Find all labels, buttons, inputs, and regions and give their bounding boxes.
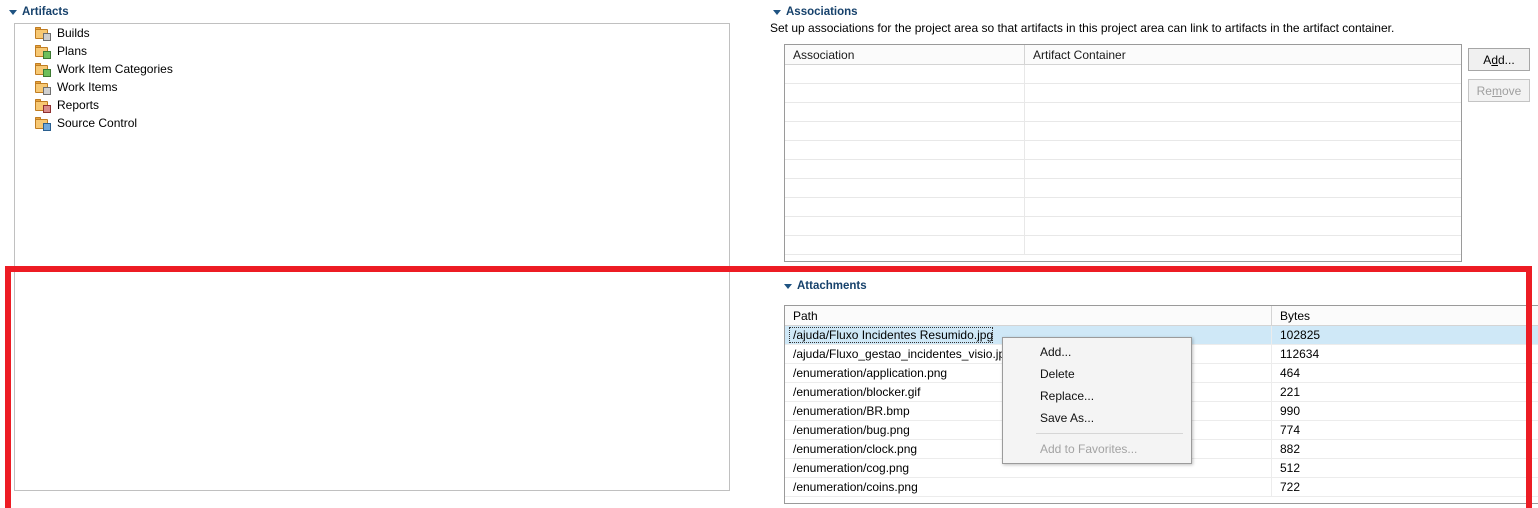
chevron-down-icon[interactable] — [784, 283, 792, 289]
table-row[interactable] — [785, 179, 1461, 198]
screen-root: Artifacts Builds Plans Work Item Categorie… — [0, 0, 1538, 508]
column-header-bytes[interactable]: Bytes — [1272, 306, 1538, 325]
tree-item-label: Builds — [57, 26, 90, 40]
context-menu-item-delete[interactable]: Delete — [1003, 363, 1191, 385]
table-row[interactable] — [785, 160, 1461, 179]
chevron-down-icon[interactable] — [773, 9, 781, 15]
table-row[interactable] — [785, 122, 1461, 141]
associations-table[interactable]: Association Artifact Container — [784, 44, 1462, 262]
table-row[interactable] — [785, 103, 1461, 122]
tree-item-plans[interactable]: Plans — [15, 42, 729, 60]
table-row[interactable] — [785, 198, 1461, 217]
chevron-down-icon[interactable] — [9, 9, 17, 15]
tree-item-label: Work Items — [57, 80, 118, 94]
attachment-bytes: 221 — [1280, 385, 1301, 399]
attachments-table-header: Path Bytes — [785, 306, 1538, 326]
remove-button: Remove — [1468, 79, 1530, 102]
associations-section-header[interactable]: Associations — [764, 3, 858, 20]
context-menu-item-save-as[interactable]: Save As... — [1003, 407, 1191, 429]
tree-item-work-item-categories[interactable]: Work Item Categories — [15, 60, 729, 78]
table-row[interactable] — [785, 65, 1461, 84]
artifacts-tree-list: Builds Plans Work Item Categories Work Item… — [15, 24, 729, 132]
associations-button-group: Add... Remove — [1468, 48, 1530, 110]
table-row[interactable] — [785, 236, 1461, 255]
associations-description: Set up associations for the project area… — [770, 21, 1395, 35]
associations-section-title: Associations — [786, 5, 858, 18]
table-row[interactable] — [785, 84, 1461, 103]
tree-item-builds[interactable]: Builds — [15, 24, 729, 42]
attachment-bytes: 882 — [1280, 442, 1301, 456]
attachment-bytes: 990 — [1280, 404, 1301, 418]
tree-item-label: Source Control — [57, 116, 138, 130]
folder-plans-icon — [35, 44, 51, 59]
add-button[interactable]: Add... — [1468, 48, 1530, 71]
associations-table-header: Association Artifact Container — [785, 45, 1461, 65]
context-menu-item-add-to-favorites: Add to Favorites... — [1040, 442, 1138, 456]
context-menu-item-add[interactable]: Add... — [1003, 341, 1191, 363]
folder-work-item-categories-icon — [35, 62, 51, 77]
artifacts-section-title: Artifacts — [22, 5, 69, 18]
attachments-section-title: Attachments — [797, 279, 867, 292]
folder-work-items-icon — [35, 80, 51, 95]
attachments-context-menu[interactable]: Add... Delete Replace... Save As... Add to F… — [1002, 337, 1192, 464]
table-row[interactable] — [785, 141, 1461, 160]
attachment-bytes: 774 — [1280, 423, 1301, 437]
associations-table-body — [785, 65, 1461, 255]
folder-source-control-icon — [35, 116, 51, 131]
menu-separator — [1036, 433, 1183, 434]
attachment-bytes: 112634 — [1280, 347, 1320, 361]
tree-item-label: Plans — [57, 44, 88, 58]
attachment-bytes: 512 — [1280, 461, 1301, 475]
attachment-row[interactable]: /enumeration/coins.png 722 — [785, 478, 1538, 497]
column-header-path[interactable]: Path — [785, 306, 1272, 325]
attachment-path: /enumeration/coins.png — [785, 478, 1272, 496]
tree-item-label: Work Item Categories — [57, 62, 173, 76]
folder-reports-icon — [35, 98, 51, 113]
button-label: Add... — [1483, 52, 1515, 67]
artifacts-panel: Artifacts Builds Plans Work Item Categorie… — [0, 0, 746, 508]
attachment-bytes: 102825 — [1280, 328, 1321, 342]
folder-builds-icon — [35, 26, 51, 41]
column-header-association[interactable]: Association — [785, 45, 1025, 64]
context-menu-item-replace[interactable]: Replace... — [1003, 385, 1191, 407]
artifacts-tree[interactable]: Builds Plans Work Item Categories Work Item… — [14, 23, 730, 491]
column-header-artifact-container[interactable]: Artifact Container — [1025, 45, 1461, 64]
table-row[interactable] — [785, 217, 1461, 236]
tree-item-label: Reports — [57, 98, 100, 112]
attachment-bytes: 722 — [1280, 480, 1301, 494]
attachments-section-header[interactable]: Attachments — [784, 277, 867, 294]
artifacts-section-header[interactable]: Artifacts — [0, 3, 69, 20]
tree-item-reports[interactable]: Reports — [15, 96, 729, 114]
tree-item-source-control[interactable]: Source Control — [15, 114, 729, 132]
attachment-bytes: 464 — [1280, 366, 1301, 380]
tree-item-work-items[interactable]: Work Items — [15, 78, 729, 96]
button-label: Remove — [1476, 83, 1522, 98]
